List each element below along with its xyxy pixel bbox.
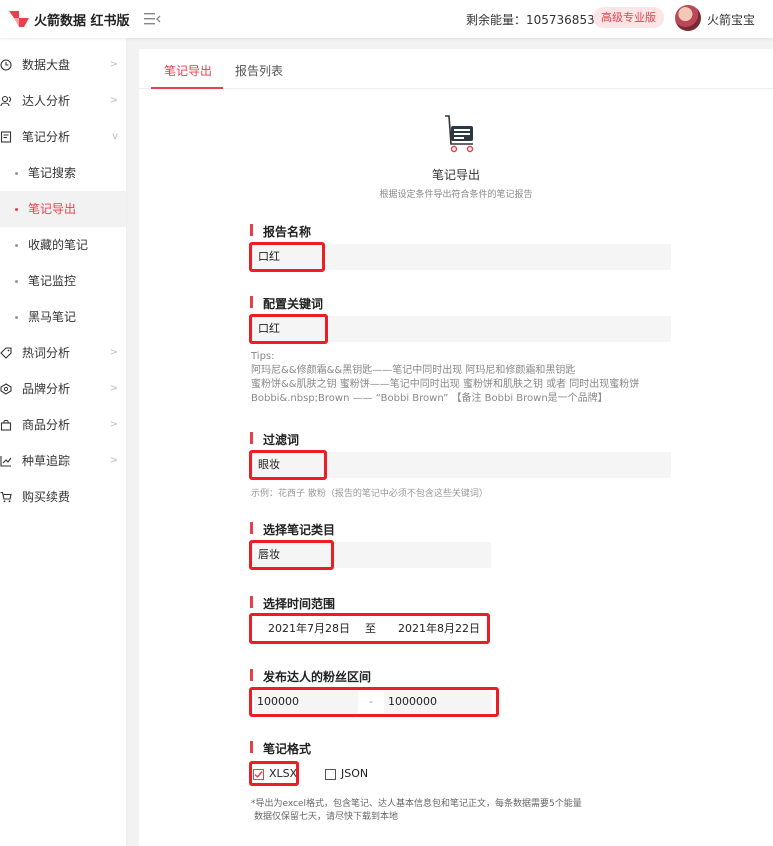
sidebar-subitem-label: 收藏的笔记 xyxy=(28,238,89,252)
chevron-right-icon: > xyxy=(109,419,118,430)
format-option-label: JSON xyxy=(341,767,369,780)
chevron-right-icon: > xyxy=(109,383,118,394)
sidebar-item-notes[interactable]: 笔记分析 v xyxy=(0,119,126,155)
chevron-right-icon: > xyxy=(109,95,118,106)
keywords-input[interactable]: 口红 xyxy=(251,316,671,342)
chevron-right-icon: > xyxy=(109,347,118,358)
category-select[interactable]: 唇妆 xyxy=(251,542,491,568)
clock-icon xyxy=(0,59,12,71)
hero-title: 笔记导出 xyxy=(431,168,480,182)
main-panel: 笔记导出 报告列表 笔记导出 根据设定条件导出符合条件的笔记报告 报告名称 口红… xyxy=(139,49,773,846)
bullet-dot xyxy=(15,316,18,319)
plan-badge[interactable]: 高级专业版 xyxy=(593,7,664,28)
chevron-down-icon: v xyxy=(112,131,118,142)
end-date-input[interactable]: 2021年8月22日 xyxy=(398,618,480,640)
tab-note-export[interactable]: 笔记导出 xyxy=(164,62,212,79)
report-name-input[interactable]: 口红 xyxy=(251,244,671,270)
category-label: 选择笔记类目 xyxy=(250,521,335,538)
fans-range-label: 发布达人的粉丝区间 xyxy=(250,668,371,685)
sidebar-subitem-note-export[interactable]: 笔记导出 xyxy=(0,191,126,227)
chevron-right-icon: > xyxy=(109,455,118,466)
tag-icon xyxy=(0,347,12,359)
start-date-input[interactable]: 2021年7月28日 xyxy=(268,618,350,640)
tips-line: Tips: xyxy=(251,351,275,362)
export-cart-icon xyxy=(445,115,474,153)
sidebar-subitem-label: 黑马笔记 xyxy=(28,310,77,324)
bullet-dot xyxy=(15,244,18,247)
top-header: 火箭数据 红书版 剩余能量：1057368534 高级专业版 火箭宝宝 xyxy=(0,0,773,38)
chevron-right-icon: > xyxy=(109,59,118,70)
sidebar-item-label: 品牌分析 xyxy=(22,382,71,396)
sidebar-subitem-dark-horse[interactable]: 黑马笔记 xyxy=(0,299,126,335)
hero-subtitle: 根据设定条件导出符合条件的笔记报告 xyxy=(379,190,533,200)
filter-words-input[interactable]: 眼妆 xyxy=(251,452,671,478)
fans-max-input[interactable]: 1000000 xyxy=(384,691,492,713)
tab-report-list[interactable]: 报告列表 xyxy=(235,62,283,79)
sidebar: 数据大盘 > 达人分析 > 笔记分析 v 笔记搜索 笔记导出 收藏的笔记 笔记监… xyxy=(0,38,127,846)
menu-collapse-icon[interactable] xyxy=(143,11,161,27)
note-icon xyxy=(0,131,12,143)
sidebar-subitem-label: 笔记搜索 xyxy=(28,166,77,180)
username[interactable]: 火箭宝宝 xyxy=(707,11,755,28)
sidebar-item-label: 数据大盘 xyxy=(22,58,71,72)
sidebar-item-label: 购买续费 xyxy=(22,490,71,504)
sidebar-subitem-label: 笔记监控 xyxy=(28,274,77,288)
sidebar-item-label: 种草追踪 xyxy=(22,454,71,468)
keywords-label: 配置关键词 xyxy=(250,295,323,312)
sidebar-subitem-favorites[interactable]: 收藏的笔记 xyxy=(0,227,126,263)
bullet-dot xyxy=(15,172,18,175)
sidebar-subitem-label: 笔记导出 xyxy=(28,202,77,216)
sidebar-item-label: 商品分析 xyxy=(22,418,71,432)
format-option-label: XLSX xyxy=(269,767,298,780)
bullet-dot xyxy=(15,280,18,283)
format-footnote: *导出为excel格式，包含笔记、达人基本信息包和笔记正文，每条数据需要5个能量… xyxy=(251,798,582,824)
tab-bar: 笔记导出 报告列表 xyxy=(139,49,773,89)
sidebar-item-dashboard[interactable]: 数据大盘 > xyxy=(0,47,126,83)
sidebar-item-products[interactable]: 商品分析 > xyxy=(0,407,126,443)
users-icon xyxy=(0,95,11,107)
sidebar-subitem-note-search[interactable]: 笔记搜索 xyxy=(0,155,126,191)
rocket-logo-icon[interactable] xyxy=(8,9,30,29)
checkbox-unchecked-icon[interactable] xyxy=(325,769,336,780)
sidebar-item-label: 热词分析 xyxy=(22,346,71,360)
report-name-label: 报告名称 xyxy=(250,223,311,240)
brand-name: 火箭数据 红书版 xyxy=(34,14,130,29)
bullet-dot xyxy=(15,208,18,211)
sidebar-item-purchase[interactable]: 购买续费 xyxy=(0,479,126,515)
bag-icon xyxy=(0,419,12,431)
format-label: 笔记格式 xyxy=(250,740,311,757)
footnote-line: 数据仅保留七天，请尽快下载到本地 xyxy=(254,812,399,822)
fans-separator: - xyxy=(369,695,373,708)
tips-line: 阿玛尼&&修颜霜&&黑钥匙——笔记中同时出现 阿玛尼和修颜霜和黑钥匙 xyxy=(251,365,576,376)
sidebar-item-hot-words[interactable]: 热词分析 > xyxy=(0,335,126,371)
sidebar-item-influencers[interactable]: 达人分析 > xyxy=(0,83,126,119)
date-separator: 至 xyxy=(365,622,376,635)
remaining-energy: 剩余能量：1057368534 xyxy=(466,13,603,27)
active-tab-indicator xyxy=(151,87,223,89)
footnote-line: *导出为excel格式，包含笔记、达人基本信息包和笔记正文，每条数据需要5个能量 xyxy=(251,799,582,809)
checkbox-checked-icon[interactable] xyxy=(253,769,264,780)
sidebar-item-seeding[interactable]: 种草追踪 > xyxy=(0,443,126,479)
sidebar-item-label: 笔记分析 xyxy=(22,130,71,144)
tips-line: 蜜粉饼&&肌肤之钥 蜜粉饼——笔记中同时出现 蜜粉饼和肌肤之钥 或者 同时出现蜜… xyxy=(251,379,640,390)
sidebar-subitem-monitor[interactable]: 笔记监控 xyxy=(0,263,126,299)
brand-icon xyxy=(0,383,12,395)
sidebar-item-brands[interactable]: 品牌分析 > xyxy=(0,371,126,407)
avatar[interactable] xyxy=(675,5,701,31)
date-range-label: 选择时间范围 xyxy=(250,595,335,612)
filter-words-label: 过滤词 xyxy=(250,431,299,448)
tips-line: Bobbi&.nbsp;Brown —— “Bobbi Brown” 【备注 B… xyxy=(251,393,608,404)
filter-hint: 示例：花西子 散粉（报告的笔记中必须不包含这些关键词） xyxy=(251,489,488,499)
fans-min-input[interactable]: 100000 xyxy=(254,691,358,713)
keyword-tips: Tips: 阿玛尼&&修颜霜&&黑钥匙——笔记中同时出现 阿玛尼和修颜霜和黑钥匙… xyxy=(251,350,671,406)
sidebar-item-label: 达人分析 xyxy=(22,94,71,108)
cart-icon xyxy=(0,491,12,503)
trend-icon xyxy=(0,456,12,467)
